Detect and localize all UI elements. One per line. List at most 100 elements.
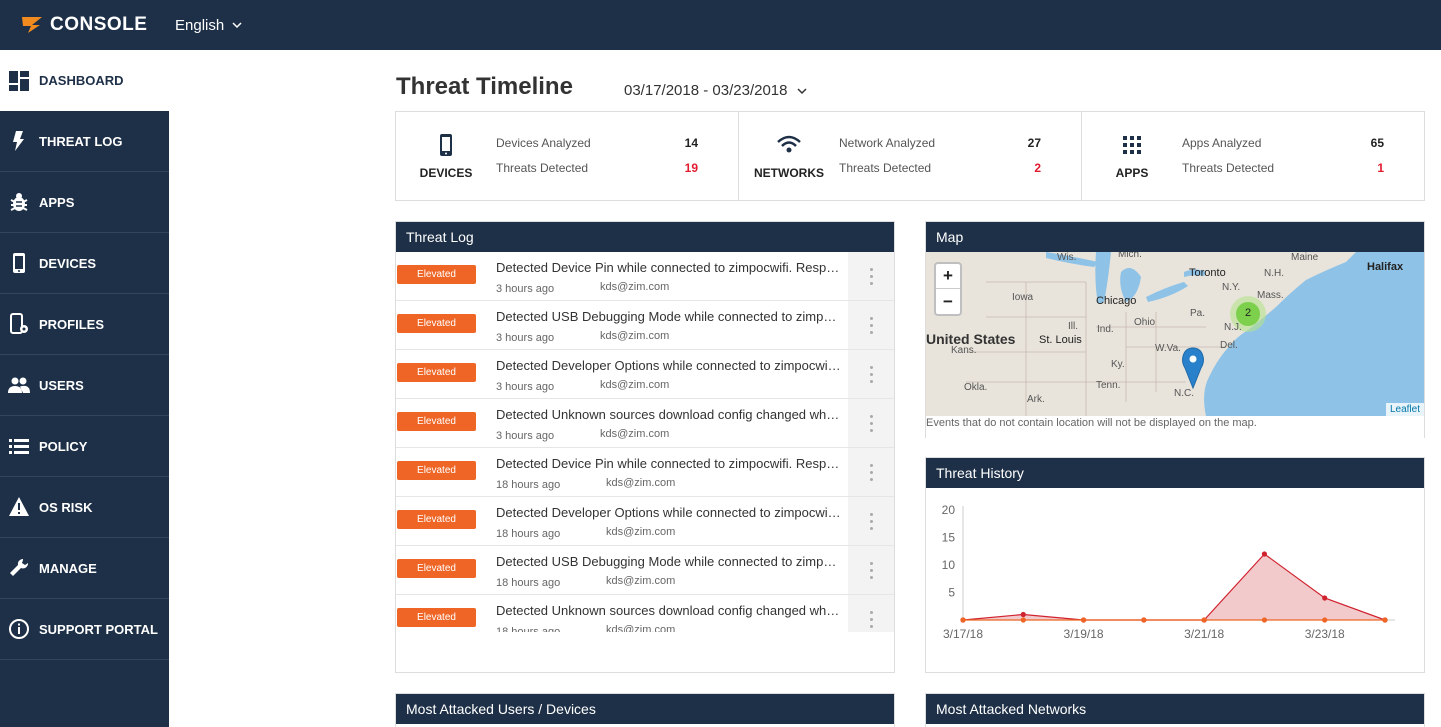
stats-summary: DEVICES Devices Analyzed 14 Threats Detec… [395, 111, 1425, 201]
threat-time: 3 hours ago [496, 430, 555, 442]
series-area [963, 554, 1385, 620]
stat-row-analyzed: Devices Analyzed 14 [496, 131, 698, 156]
threat-log-row[interactable]: Elevated Detected Developer Options while… [396, 497, 894, 546]
sidebar-item-threat-log[interactable]: THREAT LOG [0, 111, 169, 172]
more-vertical-icon [869, 413, 873, 434]
severity-badge: Elevated [397, 608, 476, 627]
map-label: Ky. [1111, 359, 1125, 370]
cluster-count: 2 [1245, 307, 1252, 319]
stat-apps[interactable]: APPS Apps Analyzed 65 Threats Detected 1 [1082, 112, 1424, 200]
sidebar-item-support-portal[interactable]: SUPPORT PORTAL [0, 599, 169, 660]
more-options-button[interactable] [848, 595, 894, 632]
threat-user: kds@zim.com [606, 624, 676, 632]
data-point [1322, 595, 1328, 601]
threat-log-row[interactable]: Elevated Detected USB Debugging Mode whil… [396, 301, 894, 350]
threat-log-row[interactable]: Elevated Detected USB Debugging Mode whil… [396, 546, 894, 595]
more-options-button[interactable] [848, 448, 894, 496]
stat-category: APPS [1082, 132, 1182, 180]
more-vertical-icon [869, 315, 873, 336]
sidebar-item-label: OS RISK [39, 499, 93, 515]
map-label: Toronto [1189, 267, 1226, 279]
stat-label: Threats Detected [496, 161, 589, 175]
stat-label: Network Analyzed [839, 136, 936, 150]
data-point [1201, 617, 1207, 623]
threat-log-row[interactable]: Elevated Detected Developer Options while… [396, 350, 894, 399]
sidebar-item-devices[interactable]: DEVICES [0, 233, 169, 294]
list-icon [8, 435, 30, 457]
sidebar-item-users[interactable]: USERS [0, 355, 169, 416]
more-vertical-icon [869, 560, 873, 581]
logo[interactable]: CONSOLE [20, 14, 170, 36]
sidebar-item-label: MANAGE [39, 560, 97, 576]
stat-row-analyzed: Network Analyzed 27 [839, 131, 1041, 156]
more-options-button[interactable] [848, 252, 894, 300]
sidebar-item-policy[interactable]: POLICY [0, 416, 169, 477]
logo-icon [22, 17, 42, 33]
map-label: Ark. [1027, 394, 1045, 405]
warning-icon [8, 496, 30, 518]
more-options-button[interactable] [848, 546, 894, 594]
data-point [1020, 611, 1026, 618]
more-options-button[interactable] [848, 301, 894, 349]
more-options-button[interactable] [848, 497, 894, 545]
zoom-in-button[interactable]: + [936, 264, 960, 289]
zoom-control: + − [934, 262, 962, 316]
map-note: Events that do not contain location will… [926, 417, 1257, 429]
threat-user: kds@zim.com [600, 330, 670, 342]
threat-log-row[interactable]: Elevated Detected Unknown sources downloa… [396, 595, 894, 632]
threat-user: kds@zim.com [606, 526, 676, 538]
panel-title: Threat History [926, 458, 1424, 488]
data-point [1261, 551, 1268, 557]
more-options-button[interactable] [848, 350, 894, 398]
map-label: Halifax [1367, 261, 1404, 273]
threat-description: Detected Device Pin while connected to z… [496, 456, 841, 471]
most-attacked-networks-panel: Most Attacked Networks [925, 693, 1425, 727]
map-panel: Map 2 Toronto Halifax Chicago United Sta… [925, 221, 1425, 438]
panel-title: Map [926, 222, 1424, 252]
sidebar-item-dashboard[interactable]: DASHBOARD [0, 50, 169, 111]
severity-badge: Elevated [397, 314, 476, 333]
chevron-down-icon [232, 22, 242, 29]
more-vertical-icon [869, 609, 873, 630]
language-select[interactable]: English [175, 17, 242, 34]
stat-label: Threats Detected [1182, 161, 1275, 175]
map-attribution[interactable]: Leaflet [1385, 403, 1424, 416]
threat-log-row[interactable]: Elevated Detected Unknown sources downloa… [396, 399, 894, 448]
threat-log-panel: Threat Log Elevated Detected Device Pin w… [395, 221, 895, 673]
threat-user: kds@zim.com [600, 379, 670, 391]
profile-gear-icon [8, 313, 30, 335]
threat-user: kds@zim.com [606, 575, 676, 587]
stat-networks[interactable]: NETWORKS Network Analyzed 27 Threats Dete… [739, 112, 1082, 200]
stat-label: Threats Detected [839, 161, 932, 175]
threat-log-row[interactable]: Elevated Detected Device Pin while connec… [396, 448, 894, 497]
phone-icon [8, 252, 30, 274]
sidebar-item-label: APPS [39, 194, 75, 210]
sidebar-item-apps[interactable]: APPS [0, 172, 169, 233]
stat-rows: Network Analyzed 27 Threats Detected 2 [839, 131, 1081, 181]
sidebar-item-manage[interactable]: MANAGE [0, 538, 169, 599]
sidebar-item-profiles[interactable]: PROFILES [0, 294, 169, 355]
severity-badge: Elevated [397, 265, 476, 284]
zoom-out-button[interactable]: − [936, 289, 960, 314]
sidebar-item-os-risk[interactable]: OS RISK [0, 477, 169, 538]
map-label: Del. [1220, 340, 1238, 351]
stat-devices[interactable]: DEVICES Devices Analyzed 14 Threats Detec… [396, 112, 739, 200]
wrench-icon [8, 557, 30, 579]
panel-title: Most Attacked Users / Devices [396, 694, 894, 724]
threat-time: 3 hours ago [496, 283, 555, 295]
more-options-button[interactable] [848, 399, 894, 447]
map-label: Tenn. [1096, 380, 1121, 391]
bug-icon [8, 191, 30, 213]
date-range-select[interactable]: 03/17/2018 - 03/23/2018 [624, 82, 808, 99]
map-label: Mass. [1257, 290, 1284, 301]
stat-row-threats: Threats Detected 2 [839, 156, 1041, 181]
threat-time: 18 hours ago [496, 528, 561, 540]
more-vertical-icon [869, 462, 873, 483]
threat-log-row[interactable]: Elevated Detected Device Pin while connec… [396, 252, 894, 301]
x-tick-label: 3/19/18 [1064, 627, 1104, 641]
sidebar-item-label: USERS [39, 377, 84, 393]
map-view[interactable]: 2 Toronto Halifax Chicago United States … [926, 252, 1424, 416]
severity-badge: Elevated [397, 412, 476, 431]
map-label: N.Y. [1222, 282, 1241, 293]
threat-description: Detected Unknown sources download config… [496, 603, 841, 618]
